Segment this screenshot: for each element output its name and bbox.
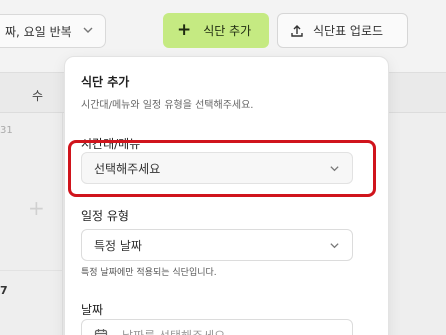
schedule-type-hint: 특정 날짜에만 적용되는 식단입니다. bbox=[81, 268, 217, 278]
chevron-down-icon bbox=[330, 166, 339, 172]
schedule-type-select-value: 특정 날짜 bbox=[94, 238, 142, 253]
upload-meal-plan-button[interactable]: 식단표 업로드 bbox=[277, 13, 408, 48]
plus-icon: + bbox=[177, 20, 192, 40]
meal-time-select[interactable]: 선택해주세요 bbox=[81, 152, 353, 184]
schedule-type-select[interactable]: 특정 날짜 bbox=[81, 229, 353, 261]
repeat-filter-value: 짜, 요일 반복 bbox=[5, 24, 72, 39]
upload-icon bbox=[291, 24, 303, 37]
upload-meal-plan-label: 식단표 업로드 bbox=[313, 24, 384, 38]
chevron-down-icon bbox=[83, 27, 93, 33]
date-picker-input[interactable]: 날짜를 선택해주세요 bbox=[81, 319, 353, 335]
date-label: 날짜 bbox=[81, 303, 104, 317]
add-meal-popover: 식단 추가 시간대/메뉴와 일정 유형을 선택해주세요. 시간대/메뉴 선택해주… bbox=[64, 56, 389, 335]
chevron-down-icon bbox=[330, 243, 339, 249]
calendar-grid-line bbox=[62, 113, 63, 335]
calendar-day-header: 수 bbox=[32, 89, 44, 103]
calendar-date: 7 bbox=[0, 284, 8, 297]
meal-time-select-value: 선택해주세요 bbox=[94, 161, 161, 176]
repeat-filter-dropdown[interactable]: 짜, 요일 반복 bbox=[0, 14, 106, 48]
schedule-type-label: 일정 유형 bbox=[81, 209, 129, 223]
calendar-icon bbox=[94, 329, 108, 335]
add-cell-plus-icon[interactable]: + bbox=[28, 196, 45, 220]
add-meal-label: 식단 추가 bbox=[203, 24, 252, 38]
add-meal-button[interactable]: + 식단 추가 bbox=[163, 13, 269, 48]
calendar-date: 31 bbox=[0, 125, 13, 136]
popover-subtitle: 시간대/메뉴와 일정 유형을 선택해주세요. bbox=[81, 100, 254, 111]
popover-title: 식단 추가 bbox=[81, 75, 130, 89]
calendar-grid-line bbox=[0, 270, 62, 271]
meal-time-label: 시간대/메뉴 bbox=[81, 137, 141, 151]
date-picker-placeholder: 날짜를 선택해주세요 bbox=[122, 327, 225, 335]
